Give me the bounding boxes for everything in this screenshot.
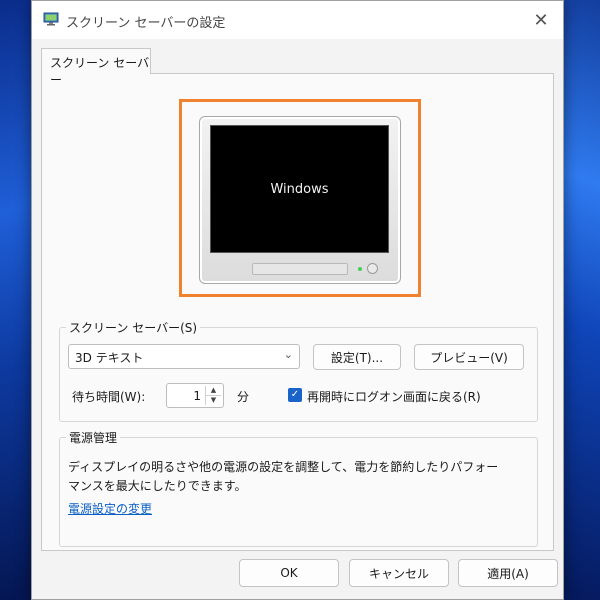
wait-time-value: 1 [193, 389, 201, 403]
settings-button[interactable]: 設定(T)... [313, 344, 401, 370]
ok-button[interactable]: OK [239, 559, 339, 587]
power-group-label: 電源管理 [66, 429, 121, 446]
wait-time-label: 待ち時間(W): [72, 390, 146, 404]
tab-panel: Windows スクリーン セーバー(S) 3D テキスト ⌄ 設定(T)...… [41, 73, 554, 551]
preview-button[interactable]: プレビュー(V) [414, 344, 524, 370]
stepper-up-icon[interactable]: ▲ [206, 386, 221, 395]
screensaver-group-label: スクリーン セーバー(S) [66, 319, 201, 336]
power-settings-link[interactable]: 電源設定の変更 [68, 500, 152, 517]
close-button[interactable]: ✕ [519, 1, 563, 39]
display-settings-icon [43, 12, 59, 26]
monitor-led [358, 267, 362, 271]
monitor-drive-slot [252, 263, 348, 275]
power-management-group: 電源管理 ディスプレイの明るさや他の電源の設定を調整して、電力を節約したりパフォ… [59, 429, 538, 547]
monitor-preview: Windows [199, 116, 401, 284]
checkmark-icon: ✓ [290, 389, 300, 400]
wait-unit-label: 分 [237, 390, 250, 404]
preview-screen: Windows [210, 125, 389, 253]
stepper-arrows: ▲ ▼ [205, 386, 221, 405]
resume-logon-label[interactable]: 再開時にログオン画面に戻る(R) [307, 388, 481, 405]
resume-logon-checkbox[interactable]: ✓ [288, 388, 302, 402]
wait-time-stepper[interactable]: 1 ▲ ▼ [166, 383, 224, 408]
title-bar[interactable]: スクリーン セーバーの設定 ✕ [32, 1, 563, 39]
screensaver-group: スクリーン セーバー(S) 3D テキスト ⌄ 設定(T)... プレビュー(V… [59, 319, 538, 422]
screensaver-select[interactable]: 3D テキスト ⌄ [68, 344, 300, 369]
close-icon: ✕ [533, 9, 549, 31]
screensaver-settings-dialog: スクリーン セーバーの設定 ✕ スクリーン セーバー Windows スクリーン… [31, 0, 564, 600]
power-description: ディスプレイの明るさや他の電源の設定を調整して、電力を節約したりパフォーマンスを… [68, 460, 499, 493]
monitor-power-icon [367, 263, 378, 274]
window-title: スクリーン セーバーの設定 [66, 16, 226, 31]
screensaver-selected-value: 3D テキスト [75, 351, 144, 365]
preview-highlight: Windows [179, 99, 421, 297]
cancel-button[interactable]: キャンセル [349, 559, 449, 587]
chevron-down-icon: ⌄ [283, 348, 293, 361]
preview-screen-text: Windows [270, 181, 329, 197]
stepper-down-icon[interactable]: ▼ [206, 395, 221, 404]
tab-screensaver[interactable]: スクリーン セーバー [41, 48, 151, 87]
apply-button[interactable]: 適用(A) [458, 559, 558, 587]
desktop-wallpaper-right [560, 0, 600, 600]
